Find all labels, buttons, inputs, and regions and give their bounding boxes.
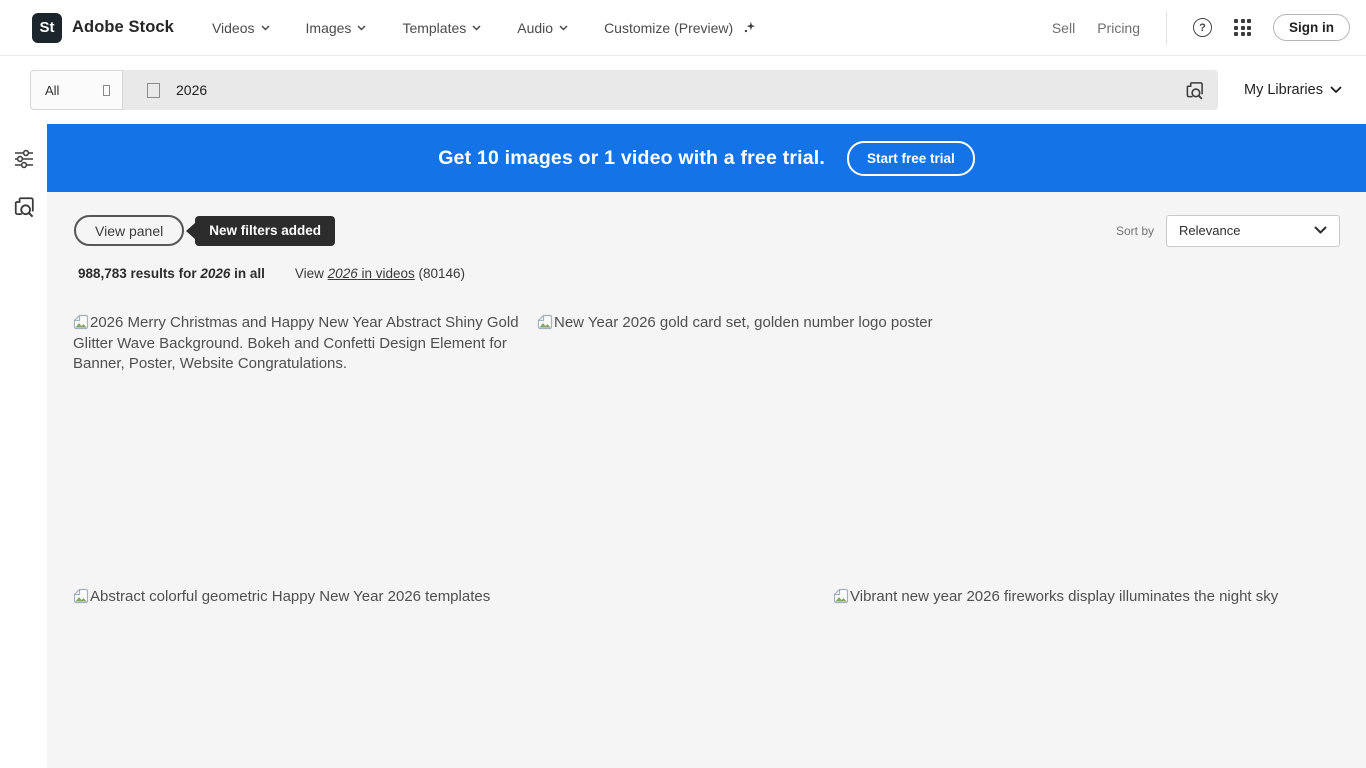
results-toolbar: View panel New filters added Sort by Rel… xyxy=(47,214,1366,247)
nav-label: Customize (Preview) xyxy=(604,19,734,36)
videos-link-term: 2026 xyxy=(327,266,358,281)
broken-image-icon xyxy=(537,314,553,330)
results-count-term: 2026 xyxy=(200,266,231,281)
videos-link-rest: in videos xyxy=(357,266,415,281)
videos-link[interactable]: 2026 in videos xyxy=(328,266,415,281)
chevron-down-icon xyxy=(260,24,270,31)
nav-label: Templates xyxy=(402,19,467,36)
header-right-group: Sell Pricing ? Sign in xyxy=(1052,10,1350,45)
result-item[interactable]: New Year 2026 gold card set, golden numb… xyxy=(537,313,1157,334)
result-alt-text: Vibrant new year 2026 fireworks display … xyxy=(850,588,1279,605)
tooltip-text: New filters added xyxy=(195,215,336,246)
my-libraries-dropdown[interactable]: My Libraries xyxy=(1244,82,1342,98)
nav-label: Videos xyxy=(211,19,255,36)
adobe-stock-logo[interactable]: St Adobe Stock xyxy=(32,12,174,43)
search-bar: All 2026 xyxy=(30,70,1218,110)
sparkle-icon xyxy=(744,21,756,33)
brand-title: Adobe Stock xyxy=(72,18,174,36)
chevron-down-icon xyxy=(559,24,568,31)
result-alt-text: Abstract colorful geometric Happy New Ye… xyxy=(90,588,491,605)
new-filters-tooltip: New filters added xyxy=(186,215,336,246)
image-search-icon[interactable] xyxy=(13,196,35,218)
broken-image-icon xyxy=(73,588,89,604)
view-panel-button[interactable]: View panel xyxy=(74,215,185,246)
search-by-image-button[interactable] xyxy=(1184,80,1204,100)
sort-select[interactable]: Relevance xyxy=(1166,214,1340,247)
search-query-value: 2026 xyxy=(176,82,208,98)
nav-label: Images xyxy=(305,19,352,36)
result-item[interactable]: Abstract colorful geometric Happy New Ye… xyxy=(73,587,693,608)
result-item[interactable]: 2026 Merry Christmas and Happy New Year … xyxy=(73,313,519,375)
results-summary: 988,783 results for 2026 in all View 202… xyxy=(78,266,465,281)
result-item[interactable]: Vibrant new year 2026 fireworks display … xyxy=(833,587,1366,608)
my-libraries-label: My Libraries xyxy=(1244,82,1323,98)
left-filter-rail xyxy=(0,124,47,768)
chevron-down-icon xyxy=(357,24,366,31)
header-divider xyxy=(1166,10,1167,45)
primary-nav: Videos Images Templates Audio Customize … xyxy=(212,20,756,36)
sort-group: Sort by Relevance xyxy=(1115,214,1340,247)
filters-icon[interactable] xyxy=(13,148,35,170)
scope-caret-icon xyxy=(103,84,110,96)
result-alt-text: New Year 2026 gold card set, golden numb… xyxy=(554,314,933,331)
broken-image-icon xyxy=(833,588,849,604)
result-alt-text: 2026 Merry Christmas and Happy New Year … xyxy=(73,314,519,372)
nav-item-audio[interactable]: Audio xyxy=(517,20,568,36)
search-scope-value: All xyxy=(45,82,60,98)
results-count-prefix: 988,783 results for xyxy=(78,266,201,281)
sort-value: Relevance xyxy=(1179,223,1241,238)
search-icon xyxy=(147,82,160,98)
nav-label: Audio xyxy=(517,19,554,36)
results-count-suffix: in all xyxy=(230,266,265,281)
free-trial-banner: Get 10 images or 1 video with a free tri… xyxy=(47,124,1366,192)
videos-link-count: (80146) xyxy=(414,266,466,281)
sign-in-button[interactable]: Sign in xyxy=(1273,14,1350,41)
start-free-trial-button[interactable]: Start free trial xyxy=(847,140,975,176)
banner-text: Get 10 images or 1 video with a free tri… xyxy=(438,146,826,169)
chevron-down-icon xyxy=(472,24,481,31)
chevron-down-icon xyxy=(1314,226,1327,234)
nav-item-customize-preview[interactable]: Customize (Preview) xyxy=(604,20,756,36)
chevron-down-icon xyxy=(1330,86,1342,93)
view-in-videos: View 2026 in videos (80146) xyxy=(295,266,465,281)
search-scope-select[interactable]: All xyxy=(30,70,123,110)
view-prefix: View xyxy=(294,266,328,281)
image-search-icon xyxy=(1186,81,1203,99)
tooltip-arrow xyxy=(186,222,196,239)
results-count: 988,783 results for 2026 in all xyxy=(78,266,265,281)
top-header: St Adobe Stock Videos Images Templates A… xyxy=(0,0,1366,56)
pricing-link[interactable]: Pricing xyxy=(1097,20,1140,36)
sort-by-label: Sort by xyxy=(1115,223,1154,238)
search-input[interactable]: 2026 xyxy=(123,70,1218,110)
sell-link[interactable]: Sell xyxy=(1052,20,1075,36)
nav-item-videos[interactable]: Videos xyxy=(212,20,270,36)
nav-item-images[interactable]: Images xyxy=(306,20,367,36)
broken-image-icon xyxy=(73,314,89,330)
nav-item-templates[interactable]: Templates xyxy=(402,20,481,36)
help-icon[interactable]: ? xyxy=(1193,18,1212,37)
app-grid-icon[interactable] xyxy=(1234,19,1251,36)
search-row: All 2026 My Libraries xyxy=(0,56,1366,124)
stock-logo-icon: St xyxy=(32,12,62,43)
